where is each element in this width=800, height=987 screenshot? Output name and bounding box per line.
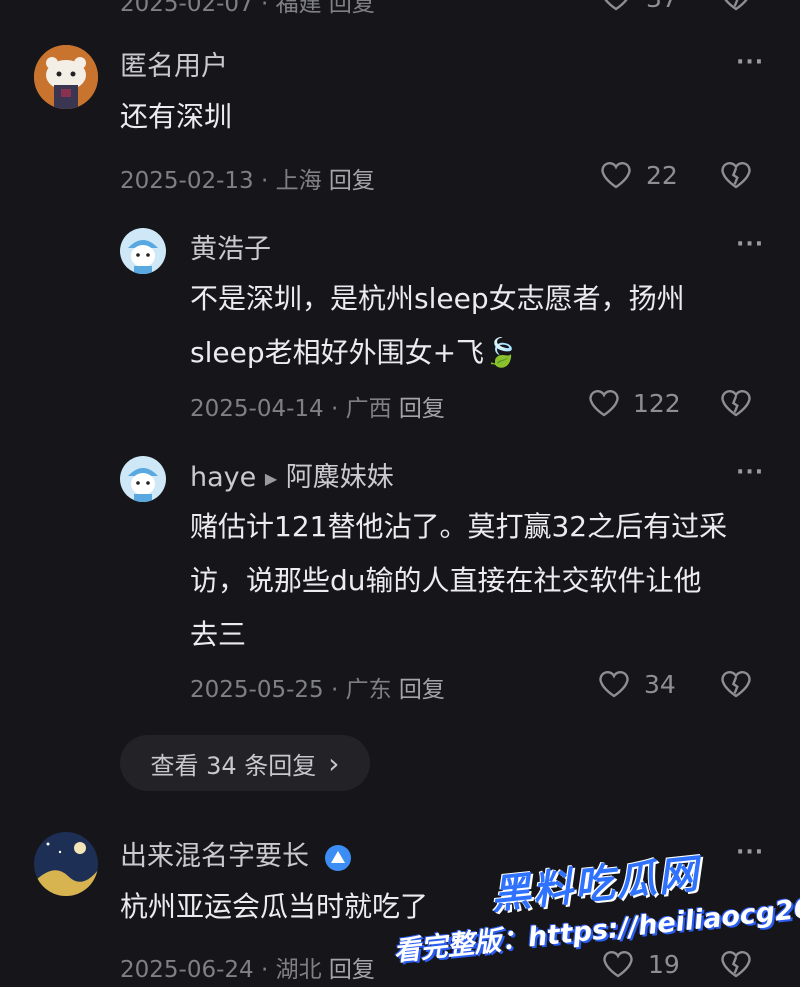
comment-meta: 2025-04-14 · 广西 回复 [190,389,445,423]
user-avatar[interactable] [34,832,98,896]
broken-heart-icon[interactable] [720,949,752,979]
comment-author[interactable]: haye [190,462,256,493]
date-location: 2025-04-14 · 广西 [190,396,392,422]
reply-to-author[interactable]: 阿麋妹妹 [286,462,394,493]
more-options-icon[interactable]: ··· [736,50,764,75]
comment-author-line: haye ▶ 阿麋妹妹 [190,455,394,494]
reply-button[interactable]: 回复 [329,957,375,983]
comment-author[interactable]: 出来混名字要长 [120,841,309,872]
reply-button[interactable]: 回复 [329,168,375,194]
cat-hat-avatar-icon [120,456,166,502]
leaf-emoji-icon: 🍃 [484,336,519,369]
user-avatar[interactable] [120,456,166,502]
top-comment-meta: 2025-02-07 · 福建 回复 [120,0,375,17]
cat-hat-avatar-icon [120,228,166,274]
like-count: 37 [646,0,678,13]
comment-meta: 2025-02-13 · 上海 回复 [120,161,375,195]
like-count: 22 [646,161,678,190]
comment-text: 赌估计121替他沾了。莫打赢32之后有过采 访，说那些du输的人直接在社交软件让… [190,500,770,662]
reply-button[interactable]: 回复 [399,677,445,703]
broken-heart-icon[interactable] [720,388,752,418]
reply-arrow-icon: ▶ [264,469,278,488]
comment-text-line: 去三 [190,618,247,651]
reply-button[interactable]: 回复 [399,396,445,422]
date-location: 2025-06-24 · 湖北 [120,957,322,983]
chevron-right-icon: › [328,746,340,780]
blue-triangle-badge-icon [324,844,352,872]
comment-author[interactable]: 匿名用户 [120,44,228,83]
date-location: 2025-05-25 · 广东 [190,677,392,703]
more-options-icon[interactable]: ··· [736,232,764,257]
user-avatar[interactable] [34,45,98,109]
comment-author-line: 出来混名字要长 [120,834,352,873]
comment-text: 不是深圳，是杭州sleep女志愿者，扬州 sleep老相好外围女+飞🍃 [190,272,750,380]
comment-meta: 2025-05-25 · 广东 回复 [190,670,445,704]
comment-text-line: 访，说那些du输的人直接在社交软件让他 [190,564,702,597]
date-location: 2025-02-13 · 上海 [120,168,322,194]
view-replies-button[interactable]: 查看 34 条回复 › [120,735,370,791]
view-replies-label: 查看 34 条回复 [150,751,317,780]
broken-heart-icon[interactable] [720,160,752,190]
comment-author[interactable]: 黄浩子 [190,227,271,266]
like-count: 34 [644,670,676,699]
bear-cat-avatar-icon [34,45,98,109]
heart-icon[interactable] [602,949,634,979]
user-avatar[interactable] [120,228,166,274]
comment-text-line: sleep老相好外围女+飞🍃 [190,336,519,369]
heart-icon[interactable] [598,669,630,699]
broken-heart-icon[interactable] [720,669,752,699]
comment-text-line: 不是深圳，是杭州sleep女志愿者，扬州 [190,282,685,315]
heart-icon[interactable] [600,0,632,12]
night-sky-avatar-icon [34,832,98,896]
broken-heart-icon[interactable] [720,0,752,12]
comment-text: 还有深圳 [120,100,233,133]
comment-text-line: 赌估计121替他沾了。莫打赢32之后有过采 [190,510,728,543]
comment-text: 杭州亚运会瓜当时就吃了 [120,890,429,923]
like-count: 19 [648,950,680,979]
comment-meta: 2025-06-24 · 湖北 回复 [120,950,375,984]
more-options-icon[interactable]: ··· [736,840,764,865]
like-count: 122 [633,389,681,418]
heart-icon[interactable] [600,160,632,190]
heart-icon[interactable] [588,388,620,418]
more-options-icon[interactable]: ··· [736,460,764,485]
